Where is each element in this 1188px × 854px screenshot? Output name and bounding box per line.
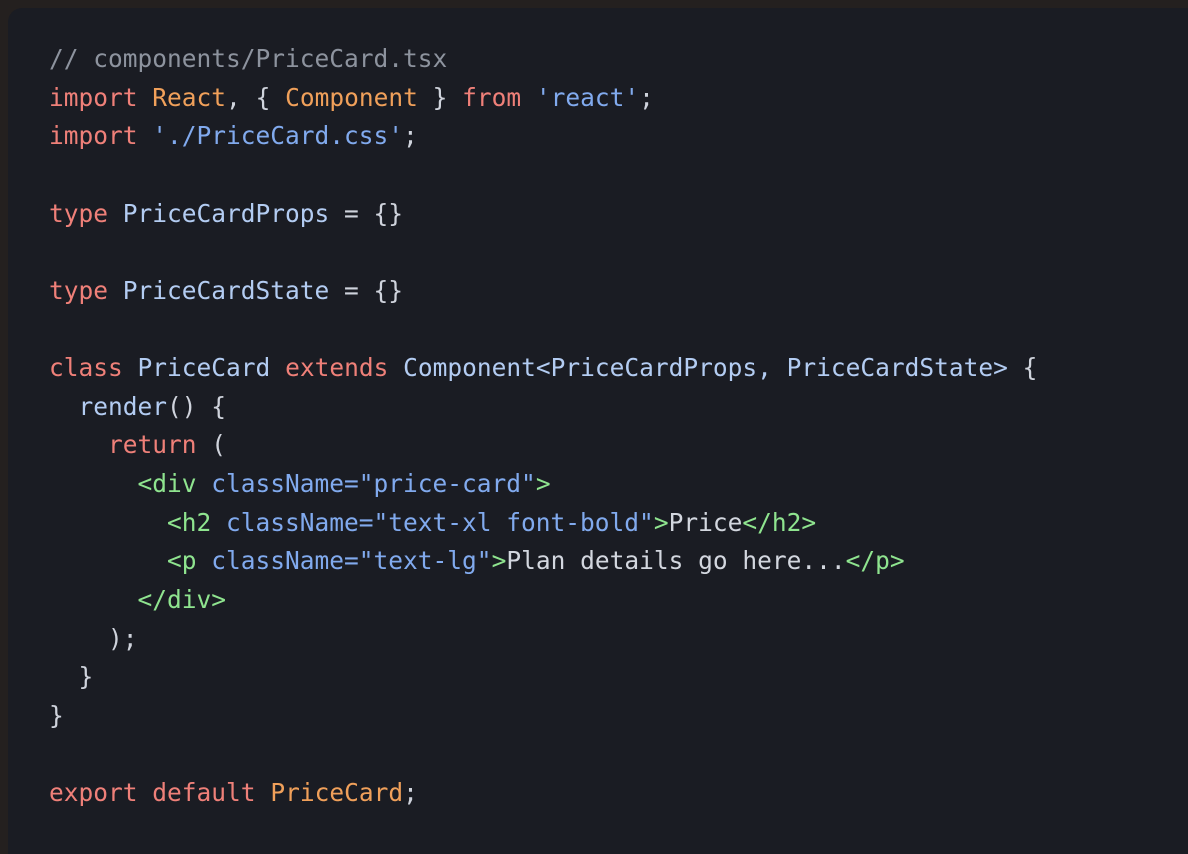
code-token: }	[49, 700, 64, 730]
code-token: type	[49, 275, 109, 305]
code-line: export default PriceCard;	[49, 774, 1188, 813]
code-token: PriceCard	[270, 778, 404, 808]
code-token: PriceCardState	[122, 275, 330, 305]
code-line: type PriceCardProps = {}	[49, 195, 1188, 234]
code-line: return (	[49, 426, 1188, 465]
code-token: </p>	[845, 546, 905, 576]
code-token: export	[49, 778, 138, 808]
code-token: './PriceCard.css'	[152, 121, 404, 151]
code-token: <p	[167, 546, 197, 576]
code-token: ;	[639, 82, 654, 112]
code-token: React	[152, 82, 227, 112]
code-token: }	[49, 662, 94, 692]
code-token: >	[653, 507, 669, 537]
code-token: className="text-xl font-bold"	[226, 507, 654, 537]
code-token: </div>	[137, 584, 227, 614]
code-token: (	[196, 430, 227, 460]
code-line: import './PriceCard.css';	[49, 117, 1188, 156]
code-token: className="price-card"	[211, 469, 536, 499]
code-token: ;	[403, 778, 418, 808]
code-line: </div>	[49, 581, 1188, 620]
code-token: className="text-lg"	[211, 546, 492, 576]
code-token: () {	[167, 391, 227, 421]
code-token: <div	[137, 469, 197, 499]
code-line: import React, { Component } from 'react'…	[49, 79, 1188, 118]
code-token: = {}	[329, 198, 404, 228]
code-line: );	[49, 620, 1188, 659]
code-token: render	[78, 391, 168, 421]
code-line: type PriceCardState = {}	[49, 272, 1188, 311]
code-line: render() {	[49, 388, 1188, 427]
code-token: PriceCard	[137, 353, 271, 383]
code-token: Price	[668, 507, 743, 537]
code-content[interactable]: // components/PriceCard.tsx import React,…	[49, 40, 1188, 813]
code-token: extends	[285, 353, 389, 383]
code-token: </h2>	[742, 507, 817, 537]
code-line: <div className="price-card">	[49, 465, 1188, 504]
code-token: = {}	[329, 275, 404, 305]
code-token: >	[535, 469, 551, 499]
code-line: class PriceCard extends Component<PriceC…	[49, 349, 1188, 388]
code-line: }	[49, 697, 1188, 736]
code-token: import	[49, 82, 138, 112]
code-line: }	[49, 658, 1188, 697]
code-token: type	[49, 198, 109, 228]
code-token: >	[491, 546, 507, 576]
code-token: Component<PriceCardProps, PriceCardState…	[403, 353, 1008, 383]
code-token: ,	[226, 82, 256, 112]
code-token: {	[255, 82, 286, 112]
code-line: <p className="text-lg">Plan details go h…	[49, 542, 1188, 581]
code-line: // components/PriceCard.tsx	[49, 40, 1188, 79]
code-line: <h2 className="text-xl font-bold">Price<…	[49, 504, 1188, 543]
code-token: Component	[285, 82, 418, 112]
code-token: return	[108, 430, 197, 460]
code-token: import	[49, 121, 138, 151]
code-token: );	[49, 623, 138, 653]
code-token: 'react'	[535, 82, 640, 112]
code-token: ;	[403, 121, 418, 151]
code-token: // components/PriceCard.tsx	[49, 44, 448, 73]
code-token: default	[152, 778, 256, 808]
code-token: <h2	[167, 507, 212, 537]
code-token: PriceCardProps	[122, 198, 330, 228]
code-token: Plan details go here...	[506, 546, 846, 576]
code-token: class	[49, 353, 123, 383]
code-editor-panel: // components/PriceCard.tsx import React,…	[8, 8, 1188, 854]
code-token: {	[1007, 353, 1038, 383]
code-token: from	[462, 82, 522, 112]
code-token: }	[417, 82, 463, 112]
